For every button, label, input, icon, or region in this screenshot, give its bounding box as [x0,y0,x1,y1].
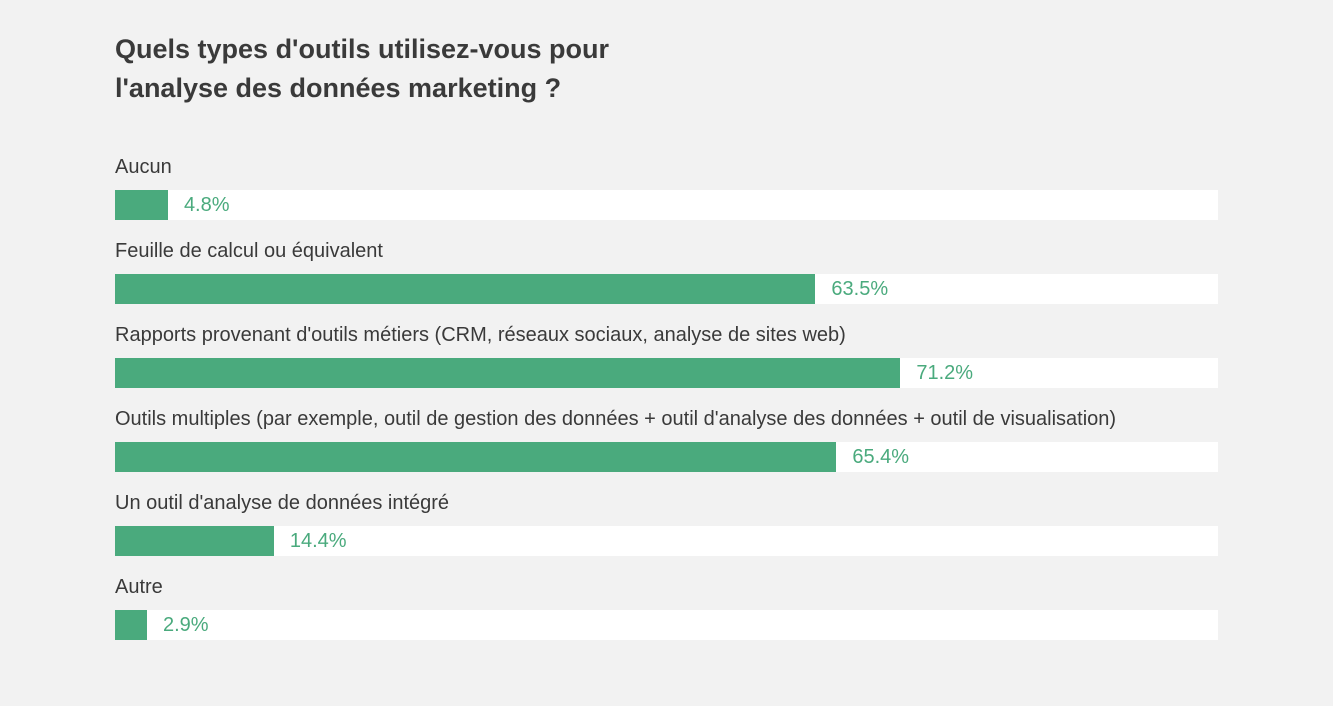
bar-track: 4.8% [115,190,1218,220]
bar-track: 14.4% [115,526,1218,556]
bar-value: 71.2% [916,362,973,385]
chart-container: Quels types d'outils utilisez-vous pour … [0,0,1333,706]
bar-fill [115,526,274,556]
bar-row: Feuille de calcul ou équivalent 63.5% [115,238,1218,304]
bar-fill [115,190,168,220]
bar-value: 2.9% [163,614,209,637]
bar-value: 4.8% [184,194,230,217]
bar-label: Feuille de calcul ou équivalent [115,238,1218,264]
bar-fill [115,358,900,388]
bar-fill [115,442,836,472]
bar-row: Aucun 4.8% [115,154,1218,220]
bar-track: 63.5% [115,274,1218,304]
bar-track: 71.2% [115,358,1218,388]
bar-value: 14.4% [290,530,347,553]
bar-label: Aucun [115,154,1218,180]
bar-fill [115,610,147,640]
bar-track: 2.9% [115,610,1218,640]
bar-track: 65.4% [115,442,1218,472]
chart-title: Quels types d'outils utilisez-vous pour … [115,30,675,108]
bar-row: Outils multiples (par exemple, outil de … [115,406,1218,472]
bar-value: 63.5% [831,278,888,301]
bar-label: Un outil d'analyse de données intégré [115,490,1218,516]
bar-value: 65.4% [852,446,909,469]
bar-label: Outils multiples (par exemple, outil de … [115,406,1218,432]
bar-row: Un outil d'analyse de données intégré 14… [115,490,1218,556]
bar-row: Autre 2.9% [115,574,1218,640]
bar-label: Autre [115,574,1218,600]
bar-label: Rapports provenant d'outils métiers (CRM… [115,322,1218,348]
bar-row: Rapports provenant d'outils métiers (CRM… [115,322,1218,388]
bar-fill [115,274,815,304]
